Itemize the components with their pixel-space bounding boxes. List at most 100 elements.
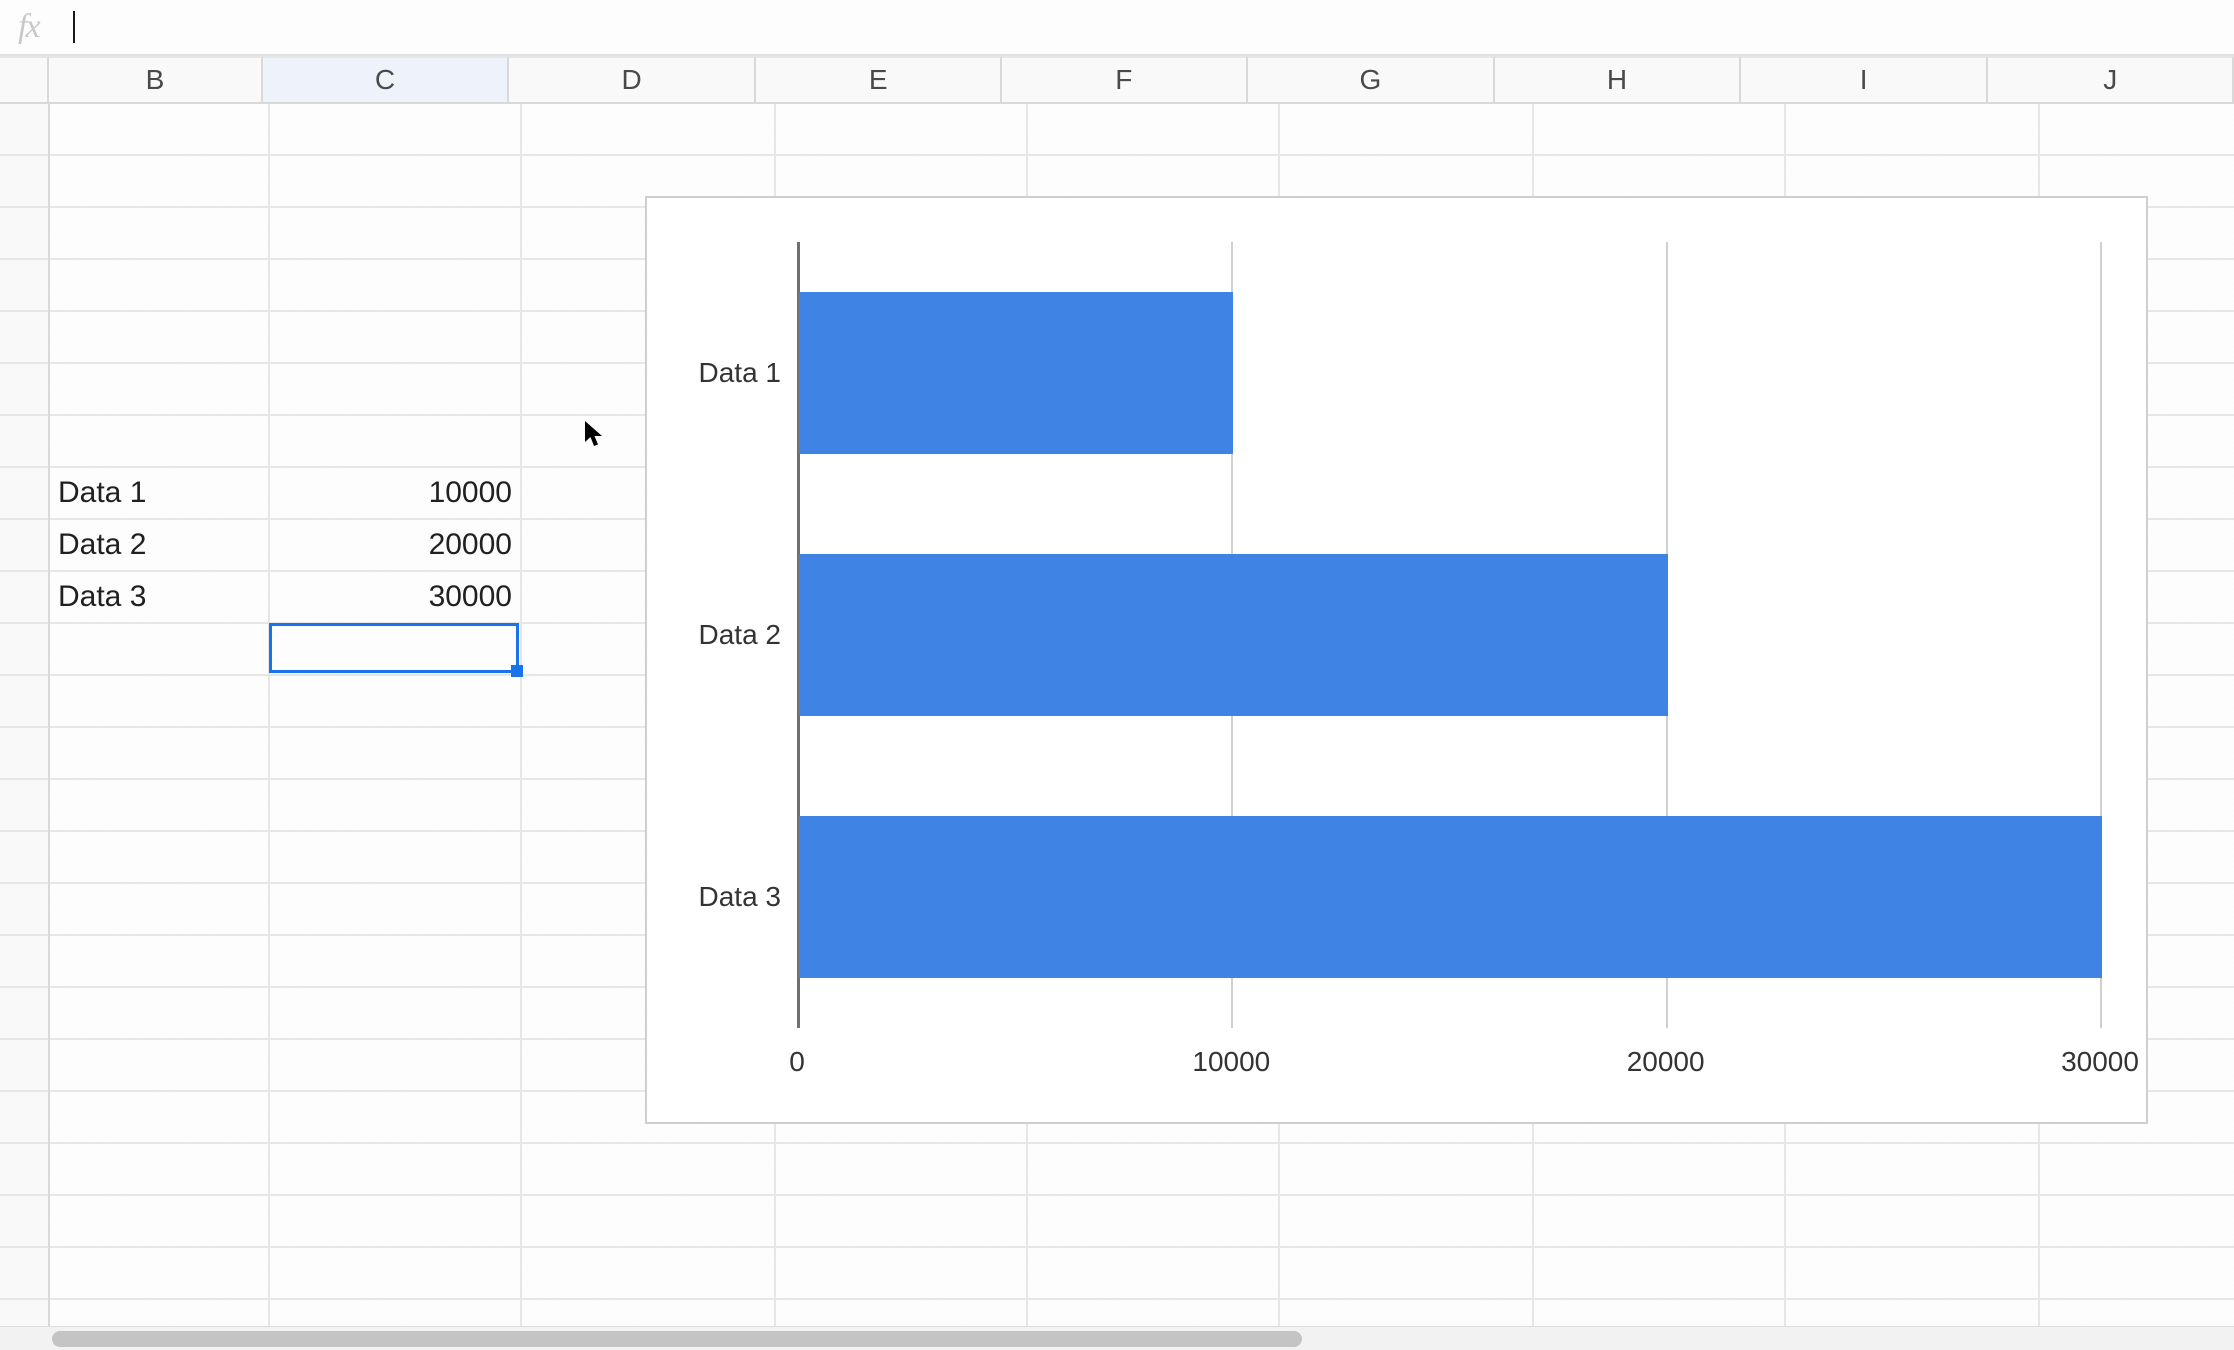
cell-B16[interactable]: [50, 884, 270, 934]
chart-object[interactable]: 0100002000030000Data 1Data 2Data 3: [645, 196, 2148, 1124]
cell-J1[interactable]: [2040, 104, 2234, 154]
cell-C15[interactable]: [270, 832, 522, 882]
cell-C9[interactable]: 20000: [270, 520, 522, 570]
cell-C17[interactable]: [270, 936, 522, 986]
cell-B14[interactable]: [50, 780, 270, 830]
cell-H23[interactable]: [1534, 1248, 1786, 1298]
cell-B6[interactable]: [50, 364, 270, 414]
cell-C10[interactable]: 30000: [270, 572, 522, 622]
cell-C4[interactable]: [270, 260, 522, 310]
formula-input[interactable]: [73, 0, 2234, 54]
column-header-row: BCDEFGHIJ: [0, 56, 2234, 104]
cell-C5[interactable]: [270, 312, 522, 362]
cell-C23[interactable]: [270, 1248, 522, 1298]
column-header-D[interactable]: D: [509, 56, 757, 102]
cell-C7[interactable]: [270, 416, 522, 466]
chart-category-label: Data 1: [699, 357, 782, 389]
cell-C16[interactable]: [270, 884, 522, 934]
cell-I23[interactable]: [1786, 1248, 2040, 1298]
column-header-H[interactable]: H: [1495, 56, 1741, 102]
cell-B15[interactable]: [50, 832, 270, 882]
cell-J21[interactable]: [2040, 1144, 2234, 1194]
cell-I21[interactable]: [1786, 1144, 2040, 1194]
cell-B10[interactable]: Data 3: [50, 572, 270, 622]
cell-G22[interactable]: [1280, 1196, 1534, 1246]
chart-x-tick-label: 20000: [1627, 1046, 1705, 1078]
cell-C18[interactable]: [270, 988, 522, 1038]
cell-B22[interactable]: [50, 1196, 270, 1246]
cell-C11[interactable]: [270, 624, 522, 674]
cell-G21[interactable]: [1280, 1144, 1534, 1194]
cell-E21[interactable]: [776, 1144, 1028, 1194]
cell-J23[interactable]: [2040, 1248, 2234, 1298]
cell-E23[interactable]: [776, 1248, 1028, 1298]
cell-B17[interactable]: [50, 936, 270, 986]
column-header-G[interactable]: G: [1248, 56, 1496, 102]
cell-H1[interactable]: [1534, 104, 1786, 154]
cell-C3[interactable]: [270, 208, 522, 258]
cell-B2[interactable]: [50, 156, 270, 206]
cell-C1[interactable]: [270, 104, 522, 154]
cell-C8[interactable]: 10000: [270, 468, 522, 518]
cell-B11[interactable]: [50, 624, 270, 674]
cell-H22[interactable]: [1534, 1196, 1786, 1246]
cell-B3[interactable]: [50, 208, 270, 258]
formula-bar: fx: [0, 0, 2234, 56]
chart-bar: [799, 554, 1668, 716]
row-number-gutter: [0, 104, 50, 1326]
column-header-E[interactable]: E: [756, 56, 1002, 102]
cell-E22[interactable]: [776, 1196, 1028, 1246]
column-header-F[interactable]: F: [1002, 56, 1248, 102]
cell-C14[interactable]: [270, 780, 522, 830]
cell-C22[interactable]: [270, 1196, 522, 1246]
select-all-corner[interactable]: [0, 56, 49, 102]
cell-B19[interactable]: [50, 1040, 270, 1090]
horizontal-scrollbar[interactable]: [0, 1326, 2234, 1350]
cell-B8[interactable]: Data 1: [50, 468, 270, 518]
column-header-J[interactable]: J: [1988, 56, 2234, 102]
chart-category-label: Data 3: [699, 881, 782, 913]
cell-B21[interactable]: [50, 1144, 270, 1194]
cell-C19[interactable]: [270, 1040, 522, 1090]
cell-F21[interactable]: [1028, 1144, 1280, 1194]
cell-D22[interactable]: [522, 1196, 776, 1246]
grid-row: [50, 104, 2234, 156]
cell-C20[interactable]: [270, 1092, 522, 1142]
chart-x-tick-label: 0: [789, 1046, 805, 1078]
cell-C2[interactable]: [270, 156, 522, 206]
cell-B13[interactable]: [50, 728, 270, 778]
cell-C21[interactable]: [270, 1144, 522, 1194]
cell-B20[interactable]: [50, 1092, 270, 1142]
cell-B4[interactable]: [50, 260, 270, 310]
cell-H21[interactable]: [1534, 1144, 1786, 1194]
cell-B1[interactable]: [50, 104, 270, 154]
column-header-I[interactable]: I: [1741, 56, 1989, 102]
cell-D23[interactable]: [522, 1248, 776, 1298]
cell-C13[interactable]: [270, 728, 522, 778]
chart-bar: [799, 816, 2102, 978]
cell-C6[interactable]: [270, 364, 522, 414]
cell-F23[interactable]: [1028, 1248, 1280, 1298]
cell-D21[interactable]: [522, 1144, 776, 1194]
grid-row: [50, 1196, 2234, 1248]
cell-I22[interactable]: [1786, 1196, 2040, 1246]
cell-C12[interactable]: [270, 676, 522, 726]
cell-F1[interactable]: [1028, 104, 1280, 154]
column-header-C[interactable]: C: [263, 56, 509, 102]
cell-B9[interactable]: Data 2: [50, 520, 270, 570]
cell-B7[interactable]: [50, 416, 270, 466]
cell-G1[interactable]: [1280, 104, 1534, 154]
cell-J22[interactable]: [2040, 1196, 2234, 1246]
cell-B23[interactable]: [50, 1248, 270, 1298]
cell-G23[interactable]: [1280, 1248, 1534, 1298]
column-header-B[interactable]: B: [49, 56, 263, 102]
cell-I1[interactable]: [1786, 104, 2040, 154]
cell-D1[interactable]: [522, 104, 776, 154]
scrollbar-thumb[interactable]: [52, 1331, 1302, 1347]
cell-F22[interactable]: [1028, 1196, 1280, 1246]
cell-B12[interactable]: [50, 676, 270, 726]
cell-B5[interactable]: [50, 312, 270, 362]
chart-plot-area: 0100002000030000Data 1Data 2Data 3: [647, 198, 2146, 1122]
cell-B18[interactable]: [50, 988, 270, 1038]
cell-E1[interactable]: [776, 104, 1028, 154]
